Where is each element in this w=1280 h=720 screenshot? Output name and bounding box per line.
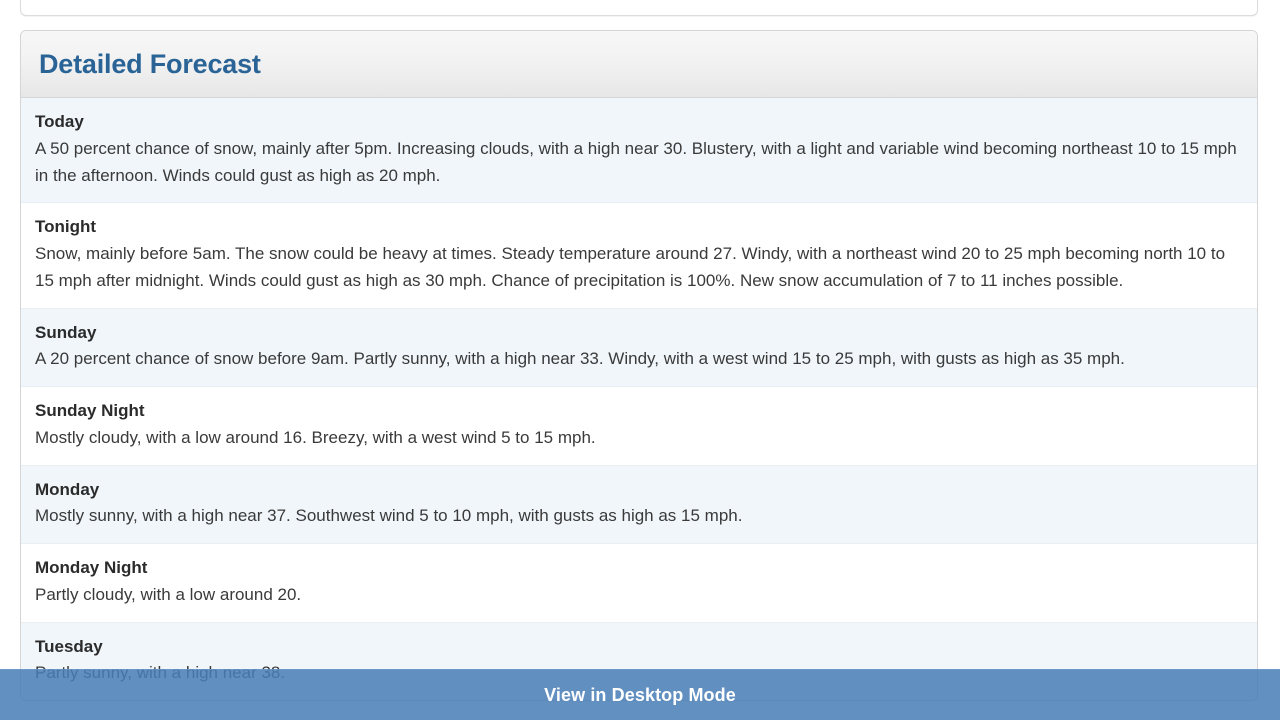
forecast-period-name: Sunday (35, 322, 97, 342)
forecast-row: Monday Night Partly cloudy, with a low a… (21, 544, 1257, 623)
forecast-period-text: Mostly sunny, with a high near 37. South… (35, 506, 743, 526)
forecast-period-text: Snow, mainly before 5am. The snow could … (35, 244, 1226, 290)
previous-card-partial (20, 0, 1258, 16)
view-in-desktop-mode-button[interactable]: View in Desktop Mode (0, 669, 1280, 720)
forecast-period-text: A 50 percent chance of snow, mainly afte… (35, 138, 1237, 185)
forecast-period-name: Monday Night (35, 558, 148, 578)
forecast-row: Tonight Snow, mainly before 5am. The sno… (21, 203, 1257, 309)
forecast-list: Today A 50 percent chance of snow, mainl… (21, 98, 1257, 701)
detailed-forecast-panel: Detailed Forecast Today A 50 percent cha… (20, 30, 1258, 702)
forecast-period-text: A 20 percent chance of snow before 9am. … (35, 349, 1125, 369)
forecast-row: Monday Mostly sunny, with a high near 37… (21, 465, 1257, 545)
forecast-row: Today A 50 percent chance of snow, mainl… (21, 98, 1257, 204)
forecast-period-name: Tonight (35, 217, 97, 237)
forecast-period-text: Mostly cloudy, with a low around 16. Bre… (35, 427, 596, 447)
forecast-row: Sunday Night Mostly cloudy, with a low a… (21, 387, 1257, 466)
view-in-desktop-mode-label: View in Desktop Mode (544, 684, 736, 705)
detailed-forecast-header: Detailed Forecast (21, 31, 1257, 98)
forecast-period-name: Tuesday (35, 636, 103, 656)
page-viewport: Detailed Forecast Today A 50 percent cha… (0, 0, 1280, 720)
page-title: Detailed Forecast (39, 48, 261, 79)
forecast-row: Sunday A 20 percent chance of snow befor… (21, 308, 1257, 388)
forecast-period-text: Partly cloudy, with a low around 20. (35, 584, 302, 604)
forecast-period-name: Sunday Night (35, 401, 145, 421)
forecast-period-name: Monday (35, 479, 100, 499)
forecast-period-name: Today (35, 112, 84, 131)
